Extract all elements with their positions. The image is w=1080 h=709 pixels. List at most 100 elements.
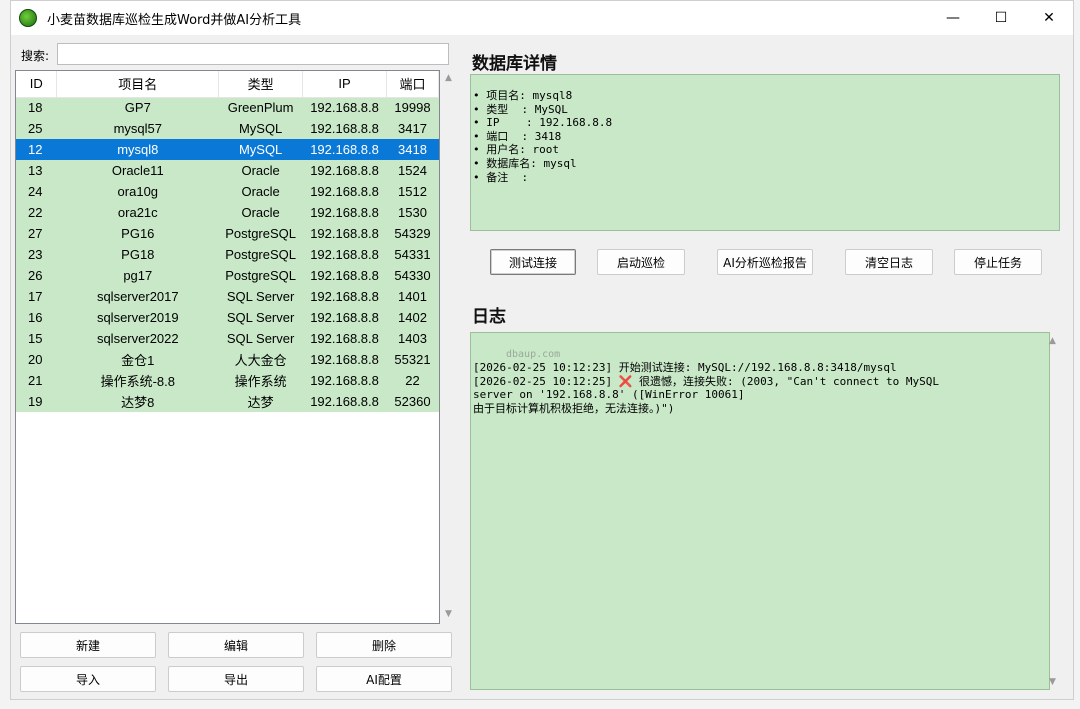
cell-port: 52360 — [394, 394, 431, 409]
cell-type: 操作系统 — [234, 374, 287, 389]
cell-port: 22 — [405, 373, 420, 388]
cell-id: 17 — [28, 289, 43, 304]
app-window: 小麦苗数据库巡检生成Word并做AI分析工具 — ☐ ✕ 搜索: ID 项目名 … — [10, 0, 1074, 700]
minimize-button[interactable]: — — [929, 1, 977, 35]
table-scroll-down-icon[interactable]: ▼ — [445, 609, 452, 619]
cell-id: 27 — [28, 226, 43, 241]
table-row[interactable]: 18 GP7 GreenPlum 192.168.8.8 19998 — [16, 97, 439, 118]
cell-name: Oracle11 — [111, 163, 164, 178]
table-row[interactable]: 24 ora10g Oracle 192.168.8.8 1512 — [16, 181, 439, 202]
column-header-ip[interactable]: IP — [302, 71, 388, 98]
cell-port: 1402 — [398, 310, 427, 325]
log-title: 日志 — [472, 307, 506, 327]
new-button[interactable]: 新建 — [20, 632, 156, 658]
cell-ip: 192.168.8.8 — [310, 100, 379, 116]
table-row[interactable]: 22 ora21c Oracle 192.168.8.8 1530 — [16, 202, 439, 223]
cell-ip: 192.168.8.8 — [310, 205, 379, 220]
table-row[interactable]: 17 sqlserver2017 SQL Server 192.168.8.8 1401 — [16, 286, 439, 307]
cell-ip: 192.168.8.8 — [310, 373, 379, 388]
cell-name: PG16 — [121, 226, 155, 241]
log-line: server on '192.168.8.8' ([WinError 10061… — [473, 388, 745, 402]
cell-id: 16 — [28, 310, 43, 325]
cell-id: 25 — [28, 121, 43, 136]
cell-port: 1403 — [398, 331, 427, 346]
ai-report-button[interactable]: AI分析巡检报告 — [717, 249, 813, 275]
export-button[interactable]: 导出 — [168, 666, 304, 692]
table-row[interactable]: 20 金仓1 人大金仓 192.168.8.8 55321 — [16, 349, 439, 370]
edit-button[interactable]: 编辑 — [168, 632, 304, 658]
cell-ip: 192.168.8.8 — [310, 184, 379, 199]
import-button[interactable]: 导入 — [20, 666, 156, 692]
cell-name: 达梦8 — [121, 395, 155, 410]
cell-ip: 192.168.8.8 — [310, 226, 379, 241]
cell-id: 13 — [28, 163, 43, 178]
cell-port: 1524 — [398, 163, 427, 178]
cell-id: 24 — [28, 184, 43, 199]
table-row[interactable]: 13 Oracle11 Oracle 192.168.8.8 1524 — [16, 160, 439, 181]
log-line: 由于目标计算机积极拒绝，无法连接。)") — [473, 401, 675, 415]
column-header-port[interactable]: 端口 — [386, 71, 439, 98]
table-row[interactable]: 23 PG18 PostgreSQL 192.168.8.8 54331 — [16, 244, 439, 265]
cell-port: 1530 — [398, 205, 427, 220]
log-scroll-up-icon[interactable]: ▲ — [1049, 336, 1056, 346]
table-header-row: ID 项目名 类型 IP 端口 — [16, 71, 439, 98]
ai-config-button[interactable]: AI配置 — [316, 666, 452, 692]
detail-line: • 用户名: root — [473, 143, 559, 157]
log-line: [2026-02-25 10:12:23] 开始测试连接: MySQL://19… — [473, 361, 897, 374]
detail-line: • 类型 : MySQL — [473, 102, 568, 116]
table-row[interactable]: 27 PG16 PostgreSQL 192.168.8.8 54329 — [16, 223, 439, 244]
cell-name: mysql57 — [113, 121, 162, 136]
cell-id: 18 — [28, 100, 43, 116]
column-header-id[interactable]: ID — [16, 71, 58, 98]
cell-name: pg17 — [123, 268, 153, 283]
log-scroll-down-icon[interactable]: ▼ — [1049, 677, 1056, 687]
test-connection-button[interactable]: 测试连接 — [490, 249, 576, 275]
cell-name: mysql8 — [117, 142, 159, 157]
cell-type: Oracle — [241, 205, 280, 220]
detail-line: • 备注 : — [473, 170, 529, 184]
clear-log-button[interactable]: 清空日志 — [845, 249, 933, 275]
table-scroll-up-icon[interactable]: ▲ — [445, 73, 452, 83]
search-input[interactable] — [57, 43, 449, 65]
table-row[interactable]: 21 操作系统-8.8 操作系统 192.168.8.8 22 — [16, 370, 439, 391]
cell-id: 21 — [28, 373, 43, 388]
cell-ip: 192.168.8.8 — [310, 163, 379, 178]
table-row[interactable]: 19 达梦8 达梦 192.168.8.8 52360 — [16, 391, 439, 412]
maximize-button[interactable]: ☐ — [977, 1, 1025, 35]
table-row[interactable]: 16 sqlserver2019 SQL Server 192.168.8.8 1402 — [16, 307, 439, 328]
cell-name: GP7 — [124, 100, 151, 116]
cell-id: 19 — [28, 394, 43, 409]
cell-type: 达梦 — [247, 395, 274, 410]
cell-type: GreenPlum — [227, 100, 294, 116]
column-header-type[interactable]: 类型 — [218, 71, 304, 98]
close-button[interactable]: ✕ — [1025, 1, 1073, 35]
cell-id: 26 — [28, 268, 43, 283]
details-title: 数据库详情 — [472, 54, 557, 74]
cell-type: PostgreSQL — [225, 226, 297, 241]
cell-ip: 192.168.8.8 — [310, 247, 379, 262]
cell-ip: 192.168.8.8 — [310, 289, 379, 304]
table-row[interactable]: 12 mysql8 MySQL 192.168.8.8 3418 — [16, 139, 439, 160]
start-inspection-button[interactable]: 启动巡检 — [597, 249, 685, 275]
cell-port: 3417 — [398, 121, 427, 136]
table-row[interactable]: 26 pg17 PostgreSQL 192.168.8.8 54330 — [16, 265, 439, 286]
delete-button[interactable]: 删除 — [316, 632, 452, 658]
table-row[interactable]: 15 sqlserver2022 SQL Server 192.168.8.8 1403 — [16, 328, 439, 349]
search-label: 搜索: — [21, 49, 50, 63]
table-row[interactable]: 25 mysql57 MySQL 192.168.8.8 3417 — [16, 118, 439, 139]
cell-ip: 192.168.8.8 — [310, 352, 379, 367]
cell-id: 23 — [28, 247, 43, 262]
cell-ip: 192.168.8.8 — [310, 268, 379, 283]
title-bar[interactable]: 小麦苗数据库巡检生成Word并做AI分析工具 — ☐ ✕ — [11, 1, 1073, 35]
stop-task-button[interactable]: 停止任务 — [954, 249, 1042, 275]
cell-port: 19998 — [394, 100, 431, 116]
cell-port: 54331 — [394, 247, 431, 262]
cell-type: MySQL — [238, 142, 283, 157]
column-header-name[interactable]: 项目名 — [56, 71, 220, 98]
log-panel[interactable]: dbaup.com [2026-02-25 10:12:23] 开始测试连接: … — [470, 332, 1050, 690]
cell-ip: 192.168.8.8 — [310, 310, 379, 325]
cell-name: PG18 — [121, 247, 155, 262]
detail-line: • 端口 : 3418 — [473, 129, 562, 143]
cell-type: Oracle — [241, 163, 280, 178]
cell-name: sqlserver2019 — [96, 310, 179, 325]
